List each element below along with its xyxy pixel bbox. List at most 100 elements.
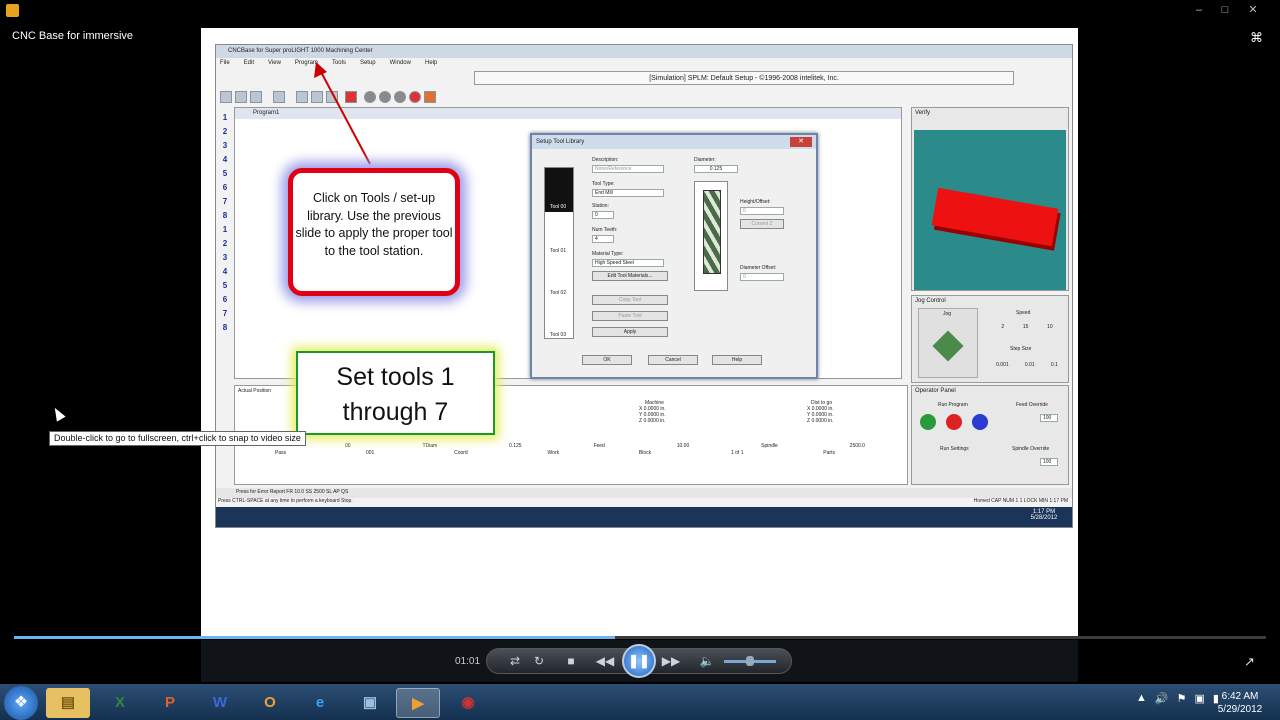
open-icon[interactable] <box>235 91 247 103</box>
verify-3d-view[interactable] <box>914 130 1066 290</box>
jog-control-title: Jog Control <box>915 298 946 304</box>
stat-cell: Block <box>638 450 652 456</box>
network-tray-icon[interactable]: ▣ <box>1194 692 1204 705</box>
height-offset-field[interactable]: 0 <box>740 207 784 215</box>
step-option[interactable]: 0.01 <box>1025 362 1035 368</box>
shuffle-icon[interactable]: ⇄ <box>504 654 526 668</box>
menu-window[interactable]: Window <box>390 60 411 67</box>
pause-button[interactable]: ❚❚ <box>622 644 656 678</box>
apply-button[interactable]: Apply <box>592 327 668 337</box>
feed-override-field[interactable]: 100 <box>1040 414 1058 422</box>
tool-list[interactable]: Tool 00 Tool 01 Tool 02 Tool 03 <box>544 167 574 339</box>
minimize-button[interactable]: – <box>1190 3 1208 17</box>
previous-icon[interactable]: ◀◀ <box>594 654 616 668</box>
speaker-icon[interactable]: 🔊 <box>1155 692 1169 705</box>
stop-icon[interactable] <box>409 91 421 103</box>
run-settings-label: Run Settings <box>940 446 969 452</box>
tool-type-select[interactable]: End Mill <box>592 189 664 197</box>
volume-thumb[interactable] <box>746 656 754 666</box>
tool-preview <box>694 181 728 291</box>
game-icon[interactable]: ◉ <box>446 688 490 718</box>
save-icon[interactable] <box>250 91 262 103</box>
next-icon[interactable]: ▶▶ <box>660 654 682 668</box>
close-button[interactable]: ✕ <box>1244 3 1262 17</box>
dialog-close-button[interactable]: ✕ <box>790 137 812 147</box>
set-tools-line-2: through 7 <box>342 398 449 426</box>
stop-icon[interactable]: ■ <box>560 654 582 668</box>
line-number: 7 <box>222 197 228 206</box>
current-z-button[interactable]: Current Z <box>740 219 784 229</box>
operator-panel: Operator Panel Run Program Feed Override… <box>911 385 1069 485</box>
edit-tool-materials-button[interactable]: Edit Tool Materials... <box>592 271 668 281</box>
annotation-arrow <box>314 62 371 165</box>
speed-option[interactable]: 15 <box>1023 324 1029 330</box>
mouse-cursor-icon <box>50 405 66 422</box>
tool-label[interactable]: Tool 01 <box>550 248 566 254</box>
outlook-icon[interactable]: O <box>248 688 292 718</box>
actual-position-title: Actual Position <box>238 388 272 394</box>
menu-help[interactable]: Help <box>425 60 437 67</box>
media-player-icon[interactable]: ▶ <box>396 688 440 718</box>
line-number: 2 <box>222 239 228 248</box>
paste-tool-button[interactable]: Paste Tool <box>592 311 668 321</box>
jog-diamond-icon[interactable] <box>932 330 964 362</box>
repeat-icon[interactable]: ↻ <box>528 654 550 668</box>
error-status-bar[interactable]: Press for Error Report FR 10.0 SS 2500 S… <box>216 488 1072 498</box>
menu-view[interactable]: View <box>268 60 281 67</box>
spindle-override-field[interactable]: 100 <box>1040 458 1058 466</box>
menu-edit[interactable]: Edit <box>244 60 254 67</box>
tool-label[interactable]: Tool 02 <box>550 290 566 296</box>
pause-icon[interactable] <box>394 91 406 103</box>
flag-icon[interactable]: ⚑ <box>1177 692 1187 705</box>
clock-time: 6:42 AM <box>1221 691 1259 702</box>
start-button[interactable]: ❖ <box>4 686 38 720</box>
powerpoint-icon[interactable]: P <box>148 688 192 718</box>
jog-control-panel: Jog Control Jog Speed 2 15 10 Step Size … <box>911 295 1069 383</box>
menu-file[interactable]: File <box>220 60 230 67</box>
speed-values[interactable]: 2 15 10 <box>992 324 1062 330</box>
jog-label: Jog <box>943 311 952 317</box>
volume-icon[interactable]: 🔈 <box>696 654 718 668</box>
diameter-field[interactable]: 0.125 <box>694 165 738 173</box>
new-icon[interactable] <box>220 91 232 103</box>
stat-cell: 10.00 <box>676 443 690 449</box>
num-teeth-field[interactable]: 4 <box>592 235 614 243</box>
line-number: 8 <box>222 323 228 332</box>
status-indicators: Homed CAP NUM 1 1 LOCK MIN 1:17 PM <box>973 498 1068 504</box>
speed-option[interactable]: 2 <box>1001 324 1004 330</box>
print-icon[interactable] <box>273 91 285 103</box>
feed-override-label: Feed Override <box>1016 402 1048 408</box>
switch-to-library-icon[interactable]: ↗ <box>1244 654 1255 670</box>
system-clock[interactable]: 6:42 AM 5/29/2012 <box>1212 690 1268 716</box>
ie-icon[interactable]: e <box>298 688 342 718</box>
material-select[interactable]: High Speed Steel <box>592 259 664 267</box>
step-option[interactable]: 0.001 <box>996 362 1009 368</box>
station-stepper[interactable]: 0 <box>592 211 614 219</box>
cancel-button[interactable]: Cancel <box>648 355 698 365</box>
diameter-offset-field[interactable]: 0 <box>740 273 784 281</box>
tool-label[interactable]: Tool 03 <box>550 332 566 338</box>
word-icon[interactable]: W <box>198 688 242 718</box>
stop-icon[interactable] <box>946 414 962 430</box>
description-field[interactable]: None/Reference <box>592 165 664 173</box>
help-button[interactable]: Help <box>712 355 762 365</box>
network-icon[interactable]: ▣ <box>348 688 392 718</box>
play-icon[interactable] <box>920 414 936 430</box>
stat-cell: 001 <box>365 450 375 456</box>
step-size-label: Step Size <box>1010 346 1032 352</box>
line-number: 5 <box>222 281 228 290</box>
excel-icon[interactable]: X <box>98 688 142 718</box>
seek-bar[interactable] <box>14 636 1266 639</box>
reset-icon[interactable] <box>424 91 436 103</box>
pause-icon[interactable] <box>972 414 988 430</box>
step-values[interactable]: 0.001 0.01 0.1 <box>988 362 1066 368</box>
jog-pad[interactable]: Jog <box>918 308 978 378</box>
ok-button[interactable]: OK <box>582 355 632 365</box>
folder-icon[interactable]: ▤ <box>46 688 90 718</box>
fullscreen-icon[interactable]: ⌘ <box>1250 30 1263 46</box>
maximize-button[interactable]: □ <box>1216 3 1234 17</box>
copy-tool-button[interactable]: Copy Tool <box>592 295 668 305</box>
speed-option[interactable]: 10 <box>1047 324 1053 330</box>
step-option[interactable]: 0.1 <box>1051 362 1058 368</box>
show-hidden-icon[interactable]: ▲ <box>1136 692 1147 705</box>
